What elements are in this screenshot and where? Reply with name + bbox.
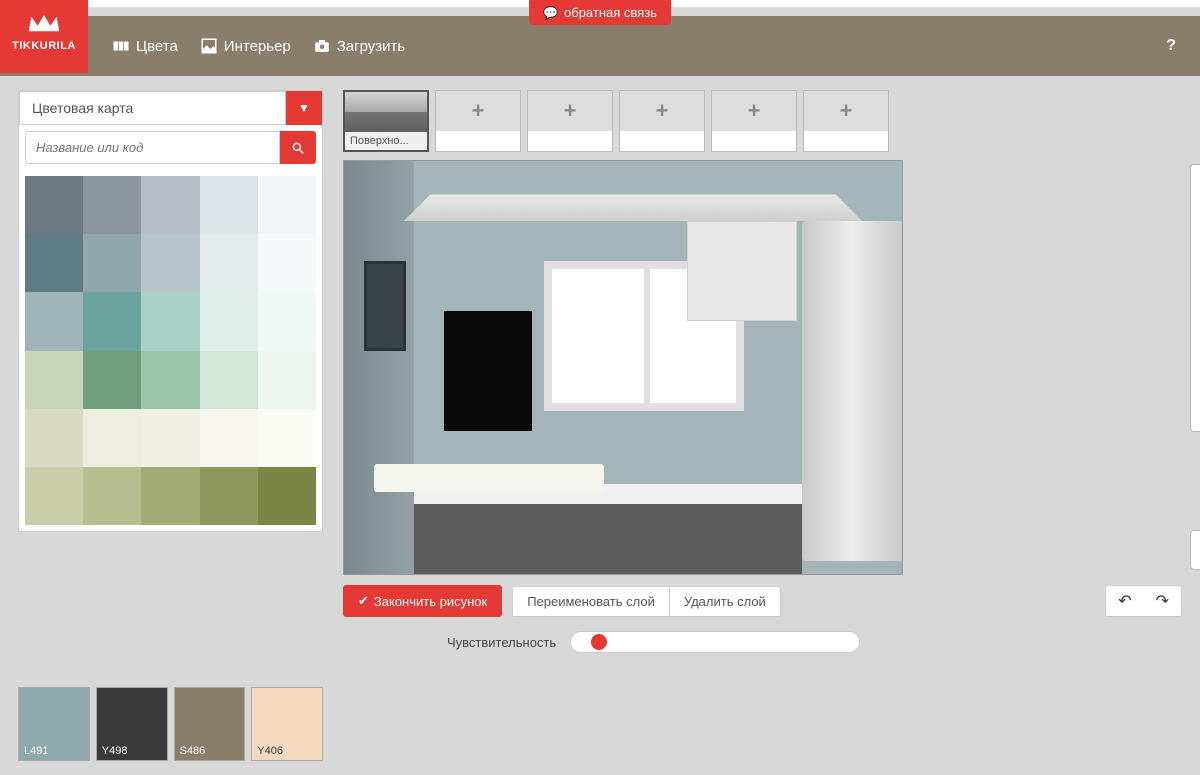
color-swatch[interactable] — [141, 467, 199, 525]
color-swatch[interactable] — [25, 409, 83, 467]
brand-text: TIKKURILA — [12, 40, 76, 52]
color-swatch[interactable] — [141, 176, 199, 234]
plus-icon: + — [712, 91, 796, 131]
plus-icon: + — [804, 91, 888, 131]
dropdown-toggle[interactable]: ▼ — [286, 91, 322, 125]
color-swatch[interactable] — [83, 409, 141, 467]
color-swatch[interactable] — [258, 234, 316, 292]
nav-colors[interactable]: Цвета — [112, 37, 178, 55]
selected-colors-bar: L491 Y498 S486 Y406 — [18, 687, 323, 761]
color-swatch[interactable] — [258, 351, 316, 409]
redo-button[interactable]: ↷ — [1144, 586, 1181, 616]
plus-icon: + — [620, 91, 704, 131]
color-code-label: L491 — [24, 745, 48, 757]
color-swatch[interactable] — [258, 467, 316, 525]
color-swatch[interactable] — [25, 176, 83, 234]
brush-tool[interactable] — [1191, 241, 1200, 279]
nav-upload[interactable]: Загрузить — [313, 37, 406, 55]
surface-tab-add[interactable]: + — [711, 90, 797, 152]
color-picker-panel: Цветовая карта ▼ — [18, 90, 323, 532]
color-swatch[interactable] — [200, 292, 258, 350]
color-swatch[interactable] — [141, 409, 199, 467]
redo-icon: ↷ — [1156, 593, 1169, 610]
color-swatch[interactable] — [141, 292, 199, 350]
color-swatch[interactable] — [200, 467, 258, 525]
rename-layer-button[interactable]: Переименовать слой — [513, 587, 670, 616]
selected-color-swatch[interactable]: S486 — [174, 687, 246, 761]
color-search-input[interactable] — [25, 131, 280, 164]
color-swatch[interactable] — [200, 176, 258, 234]
color-swatch[interactable] — [258, 176, 316, 234]
surface-tab-active[interactable]: Поверхно... — [343, 90, 429, 152]
sensitivity-slider[interactable] — [570, 631, 860, 653]
help-button[interactable]: ? — [1166, 37, 1176, 55]
navbar: TIKKURILA Цвета Интерьер Загрузить ? — [0, 16, 1200, 76]
color-swatch[interactable] — [83, 292, 141, 350]
color-swatch[interactable] — [83, 234, 141, 292]
delete-layer-button[interactable]: Удалить слой — [670, 587, 780, 616]
color-swatch[interactable] — [258, 409, 316, 467]
camera-icon — [313, 37, 331, 55]
color-map-dropdown[interactable]: Цветовая карта — [19, 91, 286, 125]
color-code-label: Y406 — [257, 745, 283, 757]
color-swatch[interactable] — [141, 234, 199, 292]
fill-tool[interactable] — [1191, 165, 1200, 203]
undo-button[interactable]: ↶ — [1106, 586, 1143, 616]
color-swatch[interactable] — [25, 234, 83, 292]
sensitivity-label: Чувствительность — [447, 635, 556, 650]
selected-color-swatch[interactable]: Y498 — [96, 687, 168, 761]
eyedropper-tool[interactable] — [1191, 531, 1200, 569]
finish-drawing-button[interactable]: ✔ Закончить рисунок — [343, 585, 502, 617]
surface-tab-add[interactable]: + — [527, 90, 613, 152]
color-swatch[interactable] — [200, 234, 258, 292]
color-swatch[interactable] — [258, 292, 316, 350]
color-swatch[interactable] — [25, 351, 83, 409]
selected-color-swatch[interactable]: L491 — [18, 687, 90, 761]
zoom-in-tool[interactable] — [1191, 317, 1200, 355]
search-button[interactable] — [280, 131, 316, 164]
slider-thumb[interactable] — [591, 634, 607, 650]
color-swatch[interactable] — [83, 176, 141, 234]
search-icon — [291, 141, 305, 155]
feedback-button[interactable]: обратная связь — [529, 0, 671, 25]
color-swatch[interactable] — [25, 467, 83, 525]
color-swatch[interactable] — [25, 292, 83, 350]
surface-tab-add[interactable]: + — [803, 90, 889, 152]
canvas-toolbar — [1190, 164, 1200, 432]
color-code-label: S486 — [180, 745, 206, 757]
surface-thumbnail — [345, 92, 427, 132]
brand-logo[interactable]: TIKKURILA — [0, 0, 88, 73]
color-swatch[interactable] — [141, 351, 199, 409]
zoom-out-tool[interactable] — [1191, 355, 1200, 393]
selected-color-swatch[interactable]: Y406 — [251, 687, 323, 761]
check-icon: ✔ — [358, 593, 369, 609]
move-tool[interactable] — [1191, 393, 1200, 431]
surface-tab-add[interactable]: + — [435, 90, 521, 152]
color-swatch[interactable] — [83, 467, 141, 525]
color-swatch[interactable] — [200, 409, 258, 467]
color-swatch[interactable] — [83, 351, 141, 409]
nav-interior[interactable]: Интерьер — [200, 37, 291, 55]
paint-canvas[interactable] — [343, 160, 903, 575]
chevron-down-icon: ▼ — [298, 101, 310, 115]
surface-tabs: Поверхно... + + + + + — [343, 90, 1182, 152]
line-tool[interactable] — [1191, 203, 1200, 241]
erase-tool[interactable] — [1191, 279, 1200, 317]
color-swatch[interactable] — [200, 351, 258, 409]
surface-tab-add[interactable]: + — [619, 90, 705, 152]
plus-icon: + — [528, 91, 612, 131]
image-icon — [200, 37, 218, 55]
palette-icon — [112, 37, 130, 55]
crown-icon — [26, 12, 62, 36]
feedback-label: обратная связь — [564, 5, 657, 20]
plus-icon: + — [436, 91, 520, 131]
color-code-label: Y498 — [102, 745, 128, 757]
undo-icon: ↶ — [1118, 593, 1131, 610]
